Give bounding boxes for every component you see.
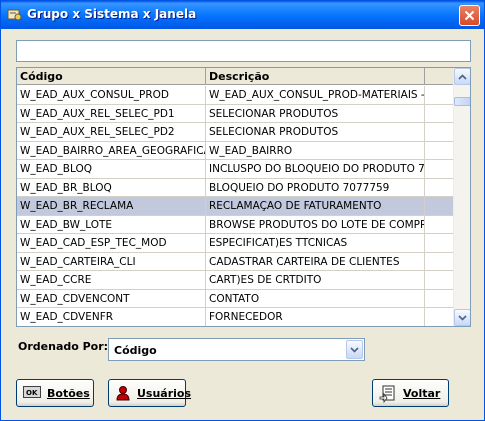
cell-descricao: SELECIONAR PRODUTOS (206, 104, 425, 123)
grid-rows: W_EAD_AUX_CONSUL_PROD W_EAD_AUX_CONSUL_PR… (17, 86, 454, 328)
voltar-button[interactable]: Voltar (372, 379, 449, 407)
cell-descricao: INCLUSPO DO BLOQUEIO DO PRODUTO 768 (206, 160, 425, 178)
cell-descricao: C+DIGO FISCAL DE OPERA¦+O (206, 327, 425, 328)
table-row[interactable]: W_EAD_CCRE CART)ES DE CRTDITO (17, 271, 454, 290)
chevron-up-icon (458, 73, 467, 80)
cell-extra (425, 123, 454, 141)
close-icon (464, 10, 475, 21)
cell-codigo: W_EAD_BW_LOTE (17, 215, 206, 234)
cell-codigo: W_EAD_BR_RECLAMA (17, 197, 206, 215)
cell-codigo: W_EAD_CAD_ESP_TEC_MOD (17, 234, 206, 252)
botoes-button[interactable]: OK Botões (16, 379, 94, 407)
window-title: Grupo x Sistema x Janela (27, 7, 197, 21)
grid-header: Código Descrição (17, 68, 454, 85)
title-bar[interactable]: Grupo x Sistema x Janela (1, 1, 484, 29)
cell-extra (425, 289, 454, 308)
cell-codigo: W_EAD_AUX_REL_SELEC_PD2 (17, 123, 206, 141)
table-row[interactable]: W_EAD_BAIRRO_AREA_GEOGRAFICA W_EAD_BAIRRO (17, 141, 454, 160)
scroll-down-button[interactable] (454, 309, 470, 326)
cell-codigo: W_EAD_CDVENCONT (17, 289, 206, 308)
table-row[interactable]: W_EAD_AUX_REL_SELEC_PD1 SELECIONAR PRODUT… (17, 104, 454, 123)
cell-descricao: RECLAMAÇAO DE FATURAMENTO (206, 197, 425, 215)
table-row[interactable]: W_EAD_AUX_REL_SELEC_PD2 SELECIONAR PRODUT… (17, 123, 454, 142)
close-button[interactable] (459, 5, 480, 26)
cell-descricao: W_EAD_AUX_CONSUL_PROD-MATERIAIS - C (206, 86, 425, 104)
cell-extra (425, 308, 454, 326)
order-by-label: Ordenado Por: (18, 340, 109, 353)
cell-extra (425, 104, 454, 123)
document-list-icon (379, 385, 397, 404)
cell-descricao: SELECIONAR PRODUTOS (206, 123, 425, 141)
cell-descricao: ESPECIFICAT)ES TTCNICAS (206, 234, 425, 252)
cell-codigo: W_EAD_CDVENFR (17, 308, 206, 326)
cell-codigo: W_EAD_CARTEIRA_CLI (17, 252, 206, 271)
dialog-window: Grupo x Sistema x Janela Código Descriçã… (0, 0, 485, 421)
table-row[interactable]: W_EAD_AUX_CONSUL_PROD W_EAD_AUX_CONSUL_PR… (17, 86, 454, 105)
vertical-scrollbar[interactable] (453, 68, 470, 326)
cell-extra (425, 178, 454, 197)
cell-descricao: BROWSE PRODUTOS DO LOTE DE COMPRAS (206, 215, 425, 234)
cell-extra (425, 215, 454, 234)
table-row[interactable]: W_EAD_CAD_ESP_TEC_MOD ESPECIFICAT)ES TTCN… (17, 234, 454, 253)
table-row[interactable]: W_EAD_BR_RECLAMA RECLAMAÇAO DE FATURAMENT… (17, 197, 454, 216)
cell-extra (425, 327, 454, 328)
ok-key-icon: OK (23, 385, 41, 401)
cell-extra (425, 141, 454, 160)
column-header-extra[interactable] (425, 68, 454, 85)
cell-descricao: CART)ES DE CRTDITO (206, 271, 425, 289)
order-by-select[interactable]: Código (108, 338, 365, 361)
table-row[interactable]: W_EAD_CDVENFR FORNECEDOR (17, 308, 454, 326)
cell-extra (425, 86, 454, 104)
cell-extra (425, 160, 454, 178)
scroll-thumb[interactable] (454, 97, 470, 106)
column-header-descricao[interactable]: Descrição (206, 68, 425, 85)
results-grid[interactable]: Código Descrição W_EAD_AUX_CONSUL_PROD W_… (16, 67, 471, 327)
usuarios-label: Usuários (137, 386, 192, 400)
cell-extra (425, 252, 454, 271)
botoes-label: Botões (47, 386, 90, 400)
user-icon (115, 385, 131, 401)
cell-extra (425, 271, 454, 289)
ok-key-icon-text: OK (26, 389, 38, 397)
cell-codigo: W_EAD_AUX_REL_SELEC_PD1 (17, 104, 206, 123)
order-by-value: Código (114, 344, 157, 357)
search-input[interactable] (16, 40, 471, 62)
table-row[interactable]: W_EAD_CDVENCONT CONTATO (17, 289, 454, 308)
order-by-dropdown-button[interactable] (346, 340, 363, 359)
cell-codigo: W_EAD_AUX_CONSUL_PROD (17, 86, 206, 104)
chevron-down-icon (350, 346, 359, 353)
voltar-label: Voltar (403, 386, 441, 400)
cell-codigo: W_EAD_BR_BLOQ (17, 178, 206, 197)
cell-codigo: W_EAD_CCRE (17, 271, 206, 289)
chevron-down-icon (458, 314, 467, 321)
cell-descricao: BLOQUEIO DO PRODUTO 7077759 (206, 178, 425, 197)
table-row[interactable]: W_EAD_BW_LOTE BROWSE PRODUTOS DO LOTE DE … (17, 215, 454, 234)
cell-descricao: CADASTRAR CARTEIRA DE CLIENTES (206, 252, 425, 271)
usuarios-button[interactable]: Usuários (108, 379, 191, 407)
cell-codigo: W_EAD_BAIRRO_AREA_GEOGRAFICA (17, 141, 206, 160)
window-key-icon (7, 8, 23, 22)
cell-codigo: W_EAD_BLOQ (17, 160, 206, 178)
scroll-up-button[interactable] (454, 68, 470, 85)
cell-descricao: CONTATO (206, 289, 425, 308)
cell-descricao: FORNECEDOR (206, 308, 425, 326)
cell-extra (425, 234, 454, 252)
table-row[interactable]: W_EAD_BR_BLOQ BLOQUEIO DO PRODUTO 7077759 (17, 178, 454, 197)
cell-descricao: W_EAD_BAIRRO (206, 141, 425, 160)
table-row[interactable]: W_EAD_CARTEIRA_CLI CADASTRAR CARTEIRA DE … (17, 252, 454, 271)
table-row[interactable]: W_EAD_BLOQ INCLUSPO DO BLOQUEIO DO PRODUT… (17, 160, 454, 179)
cell-codigo: W_EAD_CFO (17, 327, 206, 328)
column-header-codigo[interactable]: Código (17, 68, 206, 85)
cell-extra (425, 197, 454, 215)
table-row[interactable]: W_EAD_CFOC+DIGO FISCAL DE OPERA¦+O (17, 327, 454, 328)
